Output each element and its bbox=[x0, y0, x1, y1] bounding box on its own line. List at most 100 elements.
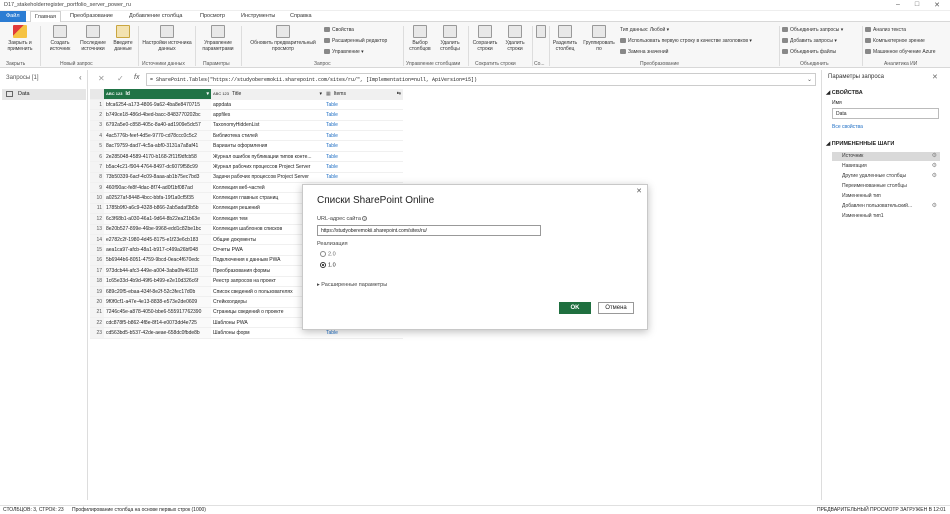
row-number[interactable]: 14 bbox=[90, 234, 104, 246]
remove-columns-button[interactable]: Удалить столбцы bbox=[436, 25, 464, 52]
step-settings-icon[interactable]: ⚙ bbox=[932, 162, 937, 169]
text-analytics-button[interactable]: Анализ текста bbox=[865, 27, 906, 33]
row-number[interactable]: 9 bbox=[90, 182, 104, 194]
recent-sources-button[interactable]: Последние источники bbox=[77, 25, 109, 52]
combine-files-button[interactable]: Объединить файлы bbox=[782, 49, 836, 55]
expand-icon[interactable]: ⇆ bbox=[397, 91, 401, 97]
first-row-headers-button[interactable]: Использовать первую строку в качестве за… bbox=[620, 38, 752, 44]
url-input[interactable]: https://studyoberemokii.sharepoint.com/s… bbox=[317, 225, 541, 236]
row-number[interactable]: 5 bbox=[90, 140, 104, 152]
maximize-icon[interactable]: □ bbox=[907, 1, 927, 8]
data-type-dropdown[interactable]: Тип данных: Любой ▾ bbox=[620, 27, 669, 33]
applied-step[interactable]: Источник ⚙ bbox=[832, 152, 940, 161]
table-row[interactable]: 1 bfca6254-a173-4806-9a62-4ba8e8470715 app… bbox=[90, 99, 403, 111]
tab-file[interactable]: Файл bbox=[0, 11, 26, 22]
cancel-icon[interactable]: ✕ bbox=[98, 74, 105, 83]
table-row[interactable]: 8 73b50339-6acf-4c09-8aaa-ab1b75ec7bd3 Зад… bbox=[90, 172, 403, 184]
row-number[interactable]: 7 bbox=[90, 161, 104, 173]
row-number[interactable]: 2 bbox=[90, 109, 104, 121]
collapse-icon[interactable]: ‹ bbox=[79, 73, 82, 82]
applied-step[interactable]: Навигация ⚙ bbox=[832, 162, 940, 171]
cell-items[interactable]: Table bbox=[324, 161, 403, 173]
choose-columns-button[interactable]: Выбор столбцов bbox=[406, 25, 434, 52]
enter-data-button[interactable]: Введите данные bbox=[110, 25, 136, 52]
step-settings-icon[interactable]: ⚙ bbox=[932, 202, 937, 209]
dialog-close-icon[interactable]: ✕ bbox=[636, 187, 642, 195]
applied-step[interactable]: Добавлен пользовательский... ⚙ bbox=[832, 202, 940, 211]
check-icon[interactable]: ✓ bbox=[117, 74, 124, 83]
column-header-title[interactable]: ABC 123 Title ▾ bbox=[211, 89, 324, 100]
row-number[interactable]: 18 bbox=[90, 276, 104, 287]
step-settings-icon[interactable]: ⚙ bbox=[932, 172, 937, 179]
properties-section[interactable]: ◢ СВОЙСТВА bbox=[826, 90, 863, 96]
table-row[interactable]: 2 b749ce18-486d-4bed-bacc-8483770202bc app… bbox=[90, 109, 403, 121]
row-number[interactable]: 23 bbox=[90, 327, 104, 339]
row-number[interactable]: 3 bbox=[90, 120, 104, 132]
keep-rows-button[interactable]: Сохранить строки bbox=[471, 25, 499, 52]
column-header-items[interactable]: ▦ Items ⇆ bbox=[324, 89, 403, 100]
replace-values-button[interactable]: Замена значений bbox=[620, 49, 668, 55]
row-number[interactable]: 4 bbox=[90, 130, 104, 142]
row-number[interactable]: 21 bbox=[90, 307, 104, 319]
formula-input[interactable]: = SharePoint.Tables("https://studyoberem… bbox=[146, 73, 816, 86]
row-number[interactable]: 10 bbox=[90, 192, 104, 204]
row-number[interactable]: 19 bbox=[90, 286, 104, 298]
table-row[interactable]: 7 b5ac4c21-f904-4764-8497-dc6079f58c99 Жур… bbox=[90, 161, 403, 173]
advanced-options-toggle[interactable]: ▸ Расширенные параметры bbox=[317, 282, 387, 288]
cell-items[interactable]: Table bbox=[324, 130, 403, 142]
manage-button[interactable]: Управление ▾ bbox=[324, 49, 364, 55]
cell-items[interactable]: Table bbox=[324, 99, 403, 111]
ok-button[interactable]: OK bbox=[559, 302, 591, 314]
row-number[interactable]: 22 bbox=[90, 317, 104, 329]
table-row[interactable]: 3 6792a5e0-c858-405c-8a40-ad1909e5dc57 Tax… bbox=[90, 120, 403, 132]
close-pane-icon[interactable]: ✕ bbox=[932, 73, 938, 81]
close-apply-button[interactable]: Закрыть и применить bbox=[3, 25, 37, 52]
applied-step[interactable]: Измененный тип bbox=[832, 192, 940, 201]
column-header-id[interactable]: ABC 123 Id ▾ bbox=[104, 89, 211, 100]
split-column-button[interactable]: Разделить столбец bbox=[550, 25, 580, 52]
tab-add-column[interactable]: Добавление столбца bbox=[126, 13, 185, 22]
close-window-icon[interactable]: ✕ bbox=[927, 1, 947, 9]
cell-items[interactable]: Table bbox=[324, 140, 403, 152]
filter-icon[interactable]: ▾ bbox=[319, 91, 322, 97]
cell-items[interactable]: Table bbox=[324, 109, 403, 121]
applied-steps-section[interactable]: ◢ ПРИМЕНЕННЫЕ ШАГИ bbox=[826, 141, 894, 147]
tab-tools[interactable]: Инструменты bbox=[238, 13, 278, 22]
manage-params-button[interactable]: Управление параметрами bbox=[198, 25, 238, 52]
remove-rows-button[interactable]: Удалить строки bbox=[501, 25, 529, 52]
applied-step[interactable]: Измененный тип1 bbox=[832, 212, 940, 221]
tab-transform[interactable]: Преобразование bbox=[67, 13, 116, 22]
filter-icon[interactable]: ▾ bbox=[206, 91, 209, 97]
row-number[interactable]: 16 bbox=[90, 255, 104, 267]
tab-help[interactable]: Справка bbox=[287, 13, 315, 22]
table-row[interactable]: 5 8ac79759-dad7-4c5a-abf0-3131a7a8af41 Вар… bbox=[90, 140, 403, 152]
refresh-preview-button[interactable]: Обновить предварительный просмотр bbox=[244, 25, 322, 52]
cell-items[interactable]: Table bbox=[324, 120, 403, 132]
cancel-button[interactable]: Отмена bbox=[598, 302, 634, 314]
table-row[interactable]: 6 2e285048-4589-4170-b168-2f11f9dfcb58 Жур… bbox=[90, 151, 403, 163]
table-row[interactable]: 4 4ac5776b-feef-4d5e-9770-cd78ccc0c5c2 Биб… bbox=[90, 130, 403, 142]
row-number[interactable]: 12 bbox=[90, 213, 104, 225]
row-number[interactable]: 13 bbox=[90, 224, 104, 235]
radio-1-0[interactable]: 1.0 bbox=[320, 262, 336, 268]
append-queries-button[interactable]: Добавить запросы ▾ bbox=[782, 38, 837, 44]
applied-step[interactable]: Другие удаленные столбцы ⚙ bbox=[832, 172, 940, 181]
name-input[interactable]: Data bbox=[832, 108, 939, 119]
all-properties-link[interactable]: Все свойства bbox=[832, 124, 863, 130]
row-number[interactable]: 17 bbox=[90, 265, 104, 277]
new-source-button[interactable]: Создать источник bbox=[44, 25, 76, 52]
expand-formula-icon[interactable]: ⌄ bbox=[807, 76, 812, 83]
minimize-icon[interactable]: – bbox=[888, 1, 908, 8]
cell-items[interactable]: Table bbox=[324, 172, 403, 184]
row-number[interactable]: 15 bbox=[90, 244, 104, 256]
azure-ml-button[interactable]: Машинное обучение Azure bbox=[865, 49, 936, 55]
advanced-editor-button[interactable]: Расширенный редактор bbox=[324, 38, 387, 44]
cell-items[interactable]: Table bbox=[324, 151, 403, 163]
vision-button[interactable]: Компьютерное зрение bbox=[865, 38, 925, 44]
select-all-icon[interactable] bbox=[90, 89, 104, 100]
row-number[interactable]: 1 bbox=[90, 99, 104, 111]
radio-2-0[interactable]: 2.0 bbox=[320, 251, 336, 257]
properties-button[interactable]: Свойства bbox=[324, 27, 354, 33]
row-number[interactable]: 20 bbox=[90, 296, 104, 308]
applied-step[interactable]: Переименованные столбцы bbox=[832, 182, 940, 191]
